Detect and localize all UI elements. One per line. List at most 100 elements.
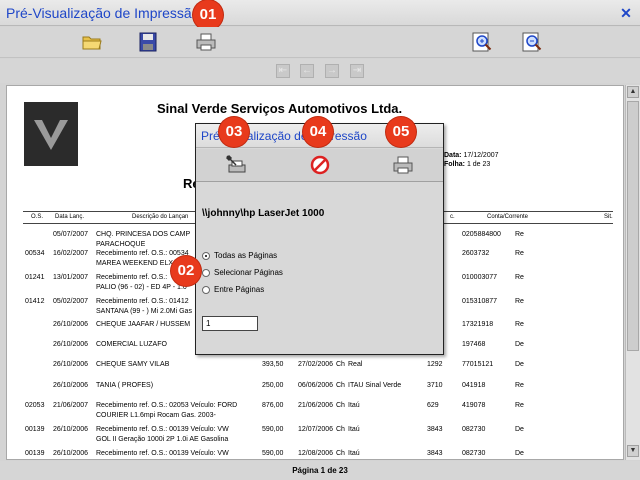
- page-number-input[interactable]: [202, 316, 258, 331]
- previous-page-button[interactable]: ←: [300, 64, 314, 78]
- row-os: 02053: [25, 402, 45, 409]
- row-doc: 3843: [427, 426, 443, 433]
- row-date: 26/10/2006: [53, 341, 89, 348]
- row-value: 590,00: [262, 426, 284, 433]
- row-date: 26/10/2006: [53, 321, 89, 328]
- row-type: Ch: [336, 450, 345, 457]
- row-doc: 629: [427, 402, 439, 409]
- row-os: 00534: [25, 250, 45, 257]
- col-header-status: Sit.: [604, 214, 613, 220]
- row-date2: 12/08/2006: [298, 450, 334, 457]
- row-date: 13/01/2007: [53, 274, 89, 281]
- scroll-thumb[interactable]: [627, 101, 639, 351]
- main-toolbar: [0, 27, 640, 58]
- close-button[interactable]: ✕: [619, 6, 633, 20]
- row-os: 00139: [25, 450, 45, 457]
- save-disk-icon[interactable]: [136, 30, 160, 54]
- row-date: 26/10/2006: [53, 382, 89, 389]
- row-account: 197468: [462, 341, 486, 348]
- row-account: 082730: [462, 450, 486, 457]
- last-page-button[interactable]: ⇥: [350, 64, 364, 78]
- row-date: 26/10/2006: [53, 361, 89, 368]
- row-status: De: [515, 341, 524, 348]
- row-description: CHEQUE SAMY VILAB: [96, 361, 170, 368]
- row-status: Re: [515, 231, 524, 238]
- option-select-pages[interactable]: Selecionar Páginas: [202, 268, 283, 277]
- company-name: Sinal Verde Serviços Automotivos Ltda.: [157, 101, 403, 116]
- row-value: 590,00: [262, 450, 284, 457]
- row-status: Re: [515, 321, 524, 328]
- report-sheet: Folha: 1 de 23: [444, 161, 491, 168]
- row-status: Re: [515, 274, 524, 281]
- row-date2: 21/06/2006: [298, 402, 334, 409]
- zoom-in-icon[interactable]: [470, 30, 494, 54]
- next-page-button[interactable]: →: [325, 64, 339, 78]
- row-account: 010003077: [462, 274, 498, 281]
- row-type: Ch: [336, 361, 345, 368]
- row-value: 250,00: [262, 382, 284, 389]
- row-value: 393,50: [262, 361, 284, 368]
- row-status: Re: [515, 250, 524, 257]
- scroll-down-arrow[interactable]: ▼: [627, 445, 639, 457]
- row-status: Re: [515, 298, 524, 305]
- row-description-line2: PALIO (96 - 02) - ED 4P - 1.0: [96, 284, 187, 291]
- option-all-pages[interactable]: Todas as Páginas: [202, 251, 277, 260]
- radio-all-pages[interactable]: [202, 251, 210, 260]
- row-date: 26/10/2006: [53, 426, 89, 433]
- zoom-out-icon[interactable]: [520, 30, 544, 54]
- row-status: Re: [515, 382, 524, 389]
- report-date: Data: 17/12/2007: [444, 152, 499, 159]
- row-description-line2: GOL II Geração 1000i 2P 1.0i AE Gasolina: [96, 436, 229, 443]
- row-bank: Itaú: [348, 450, 360, 457]
- col-header-description: Descrição do Lançan: [132, 214, 189, 220]
- row-bank: Itaú: [348, 426, 360, 433]
- badge-03: 03: [219, 117, 249, 147]
- cancel-print-icon[interactable]: [308, 153, 332, 177]
- open-folder-icon[interactable]: [80, 30, 104, 54]
- window-title: Pré-Visualização de Impressão: [6, 5, 200, 21]
- row-os: 00139: [25, 426, 45, 433]
- row-description: TANIA ( PROFES): [96, 382, 154, 389]
- radio-page-range[interactable]: [202, 285, 210, 294]
- badge-05: 05: [386, 117, 416, 147]
- row-status: Re: [515, 402, 524, 409]
- row-doc: 3710: [427, 382, 443, 389]
- first-page-button[interactable]: ⇤: [276, 64, 290, 78]
- row-account: 082730: [462, 426, 486, 433]
- row-account: 17321918: [462, 321, 494, 328]
- row-description-line2: SANTANA (99 - ) Mi 2.0Mi Gas: [96, 308, 192, 315]
- col-header-doc: c.: [450, 214, 455, 220]
- row-date: 21/06/2007: [53, 402, 89, 409]
- page-indicator: Página 1 de 23: [0, 461, 640, 480]
- printer-icon[interactable]: [194, 30, 218, 54]
- row-description-line2: MAREA WEEKEND ELX: [96, 260, 174, 267]
- printer-name: \\johnny\hp LaserJet 1000: [202, 208, 325, 219]
- row-type: Ch: [336, 426, 345, 433]
- row-account: 419078: [462, 402, 486, 409]
- row-account: 015310877: [462, 298, 498, 305]
- vertical-scrollbar[interactable]: ▲ ▼: [625, 85, 640, 460]
- option-page-range[interactable]: Entre Páginas: [202, 285, 264, 294]
- row-date: 26/10/2006: [53, 450, 89, 457]
- row-type: Ch: [336, 402, 345, 409]
- row-bank: Itaú: [348, 402, 360, 409]
- badge-02: 02: [171, 256, 201, 286]
- row-description-line2: COURIER L1.6mpi Rocam Gas. 2003-: [96, 412, 216, 419]
- print-icon[interactable]: [391, 153, 415, 177]
- row-date: 05/02/2007: [53, 298, 89, 305]
- company-logo: [24, 102, 78, 166]
- row-bank: ITAU Sinal Verde: [348, 382, 402, 389]
- row-type: Ch: [336, 382, 345, 389]
- print-dialog: Pré-Visualização de Impressão \\johnny\h…: [195, 123, 444, 355]
- scroll-up-arrow[interactable]: ▲: [627, 86, 639, 98]
- row-os: 01241: [25, 274, 45, 281]
- row-date2: 12/07/2006: [298, 426, 334, 433]
- row-account: 2603732: [462, 250, 490, 257]
- printer-settings-icon[interactable]: [224, 153, 248, 177]
- dialog-toolbar: [196, 149, 443, 182]
- row-doc: 1292: [427, 361, 443, 368]
- radio-select-pages[interactable]: [202, 268, 210, 277]
- row-description: COMERCIAL LUZAFO: [96, 341, 167, 348]
- badge-01: 01: [193, 0, 223, 30]
- row-os: 01412: [25, 298, 45, 305]
